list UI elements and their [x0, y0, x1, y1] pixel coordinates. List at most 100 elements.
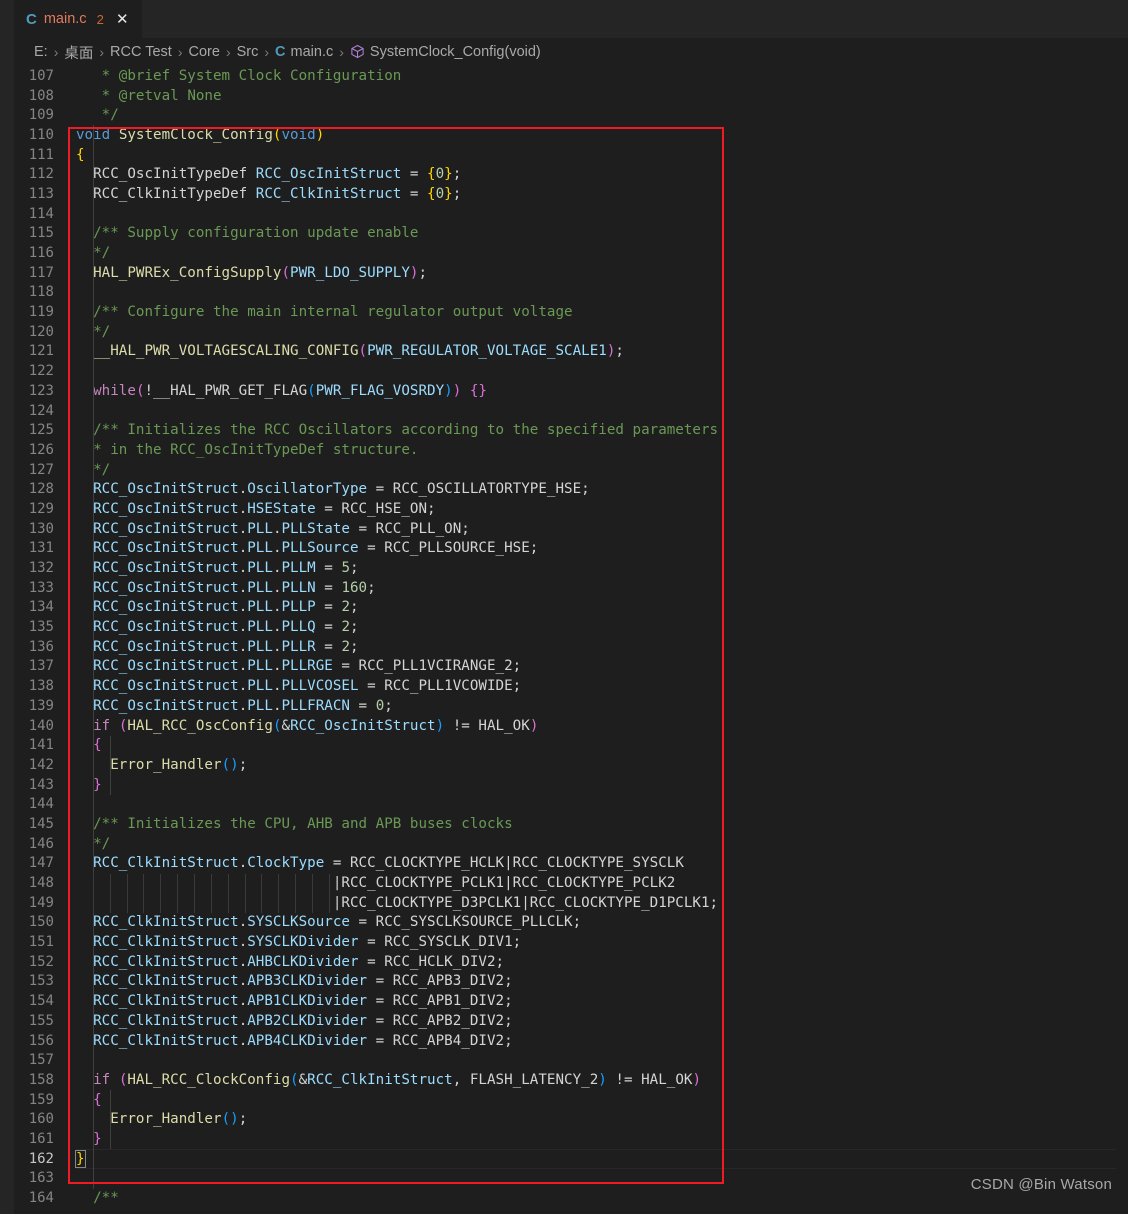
code-line[interactable]: 119 /** Configure the main internal regu…: [14, 302, 1128, 322]
code-line[interactable]: 136 RCC_OscInitStruct.PLL.PLLR = 2;: [14, 637, 1128, 657]
line-number: 141: [28, 737, 54, 754]
breadcrumb-item-5[interactable]: Cmain.c: [275, 44, 333, 60]
code-line[interactable]: 160 Error_Handler();: [14, 1109, 1128, 1129]
code-line[interactable]: 120 */: [14, 322, 1128, 342]
code-line[interactable]: 115 /** Supply configuration update enab…: [14, 224, 1128, 244]
vscode-window: C main.c 2 ✕ E: › 桌面 › RCC Test › Core › Src › Cma…: [0, 0, 1128, 1214]
code-token: ): [230, 756, 239, 773]
code-line[interactable]: 125 /** Initializes the RCC Oscillators …: [14, 420, 1128, 440]
code-token: APB2CLKDivider: [247, 1012, 368, 1029]
code-token: .: [272, 638, 282, 655]
code-line[interactable]: 110 void SystemClock_Config(void): [14, 125, 1128, 145]
close-icon[interactable]: ✕: [114, 12, 131, 27]
code-line[interactable]: 143 }: [14, 775, 1128, 795]
code-line[interactable]: 108 * @retval None: [14, 86, 1128, 106]
code-line[interactable]: 135 RCC_OscInitStruct.PLL.PLLQ = 2;: [14, 617, 1128, 637]
code-token: .: [238, 500, 248, 517]
line-number: 120: [28, 323, 54, 340]
code-line[interactable]: 155 RCC_ClkInitStruct.APB2CLKDivider = R…: [14, 1011, 1128, 1031]
code-line[interactable]: 150 RCC_ClkInitStruct.SYSCLKSource = RCC…: [14, 913, 1128, 933]
code-editor[interactable]: 107 * @brief System Clock Configuration 1…: [14, 66, 1128, 1214]
code-token: |RCC_CLOCKTYPE_D3PCLK1|RCC_CLOCKTYPE_D1P…: [76, 894, 719, 911]
code-line[interactable]: 146 */: [14, 834, 1128, 854]
code-token: RCC_OscInitStruct: [93, 658, 239, 675]
breadcrumb-item-4[interactable]: Src: [237, 44, 259, 60]
code-line[interactable]: 162}: [14, 1148, 1128, 1169]
code-token: SYSCLKSource: [247, 914, 350, 931]
code-line[interactable]: 149 |RCC_CLOCKTYPE_D3PCLK1|RCC_CLOCKTYPE…: [14, 893, 1128, 913]
line-number: 155: [28, 1012, 54, 1029]
code-token: (: [221, 1111, 231, 1128]
code-line[interactable]: 128 RCC_OscInitStruct.OscillatorType = R…: [14, 479, 1128, 499]
code-line[interactable]: 147 RCC_ClkInitStruct.ClockType = RCC_CL…: [14, 854, 1128, 874]
code-line[interactable]: 164 /**: [14, 1188, 1128, 1208]
code-line[interactable]: 117 HAL_PWREx_ConfigSupply(PWR_LDO_SUPPL…: [14, 263, 1128, 283]
code-line[interactable]: 126 * in the RCC_OscInitTypeDef structur…: [14, 440, 1128, 460]
code-line[interactable]: 144: [14, 794, 1128, 814]
code-line[interactable]: 145 /** Initializes the CPU, AHB and APB…: [14, 814, 1128, 834]
code-line[interactable]: 142 Error_Handler();: [14, 755, 1128, 775]
code-line[interactable]: 153 RCC_ClkInitStruct.APB3CLKDivider = R…: [14, 972, 1128, 992]
code-line[interactable]: 116 */: [14, 243, 1128, 263]
code-line[interactable]: 139 RCC_OscInitStruct.PLL.PLLFRACN = 0;: [14, 696, 1128, 716]
code-line[interactable]: 131 RCC_OscInitStruct.PLL.PLLSource = RC…: [14, 539, 1128, 559]
code-token: (: [307, 382, 316, 399]
code-token: PLLSource: [281, 540, 359, 557]
code-line[interactable]: 109 */: [14, 105, 1128, 125]
code-token: = RCC_SYSCLKSOURCE_PLLCLK;: [350, 914, 582, 931]
code-line[interactable]: 163: [14, 1169, 1128, 1189]
code-line[interactable]: 123 while(!__HAL_PWR_GET_FLAG(PWR_FLAG_V…: [14, 381, 1128, 401]
tab-main-c[interactable]: C main.c 2 ✕: [14, 0, 142, 38]
code-line[interactable]: 107 * @brief System Clock Configuration: [14, 66, 1128, 86]
code-line[interactable]: 151 RCC_ClkInitStruct.SYSCLKDivider = RC…: [14, 932, 1128, 952]
code-line[interactable]: 156 RCC_ClkInitStruct.APB4CLKDivider = R…: [14, 1031, 1128, 1051]
code-line[interactable]: 132 RCC_OscInitStruct.PLL.PLLM = 5;: [14, 558, 1128, 578]
code-line[interactable]: 141 {: [14, 735, 1128, 755]
code-line-text: |RCC_CLOCKTYPE_PCLK1|RCC_CLOCKTYPE_PCLK2: [76, 875, 1128, 891]
line-number: 116: [28, 245, 54, 262]
code-line[interactable]: 111 {: [14, 145, 1128, 165]
code-line-text: * @brief System Clock Configuration: [76, 68, 1128, 84]
code-line[interactable]: 137 RCC_OscInitStruct.PLL.PLLRGE = RCC_P…: [14, 657, 1128, 677]
code-line[interactable]: 121 __HAL_PWR_VOLTAGESCALING_CONFIG(PWR_…: [14, 342, 1128, 362]
breadcrumb-separator: ›: [225, 44, 231, 60]
code-line[interactable]: 118: [14, 283, 1128, 303]
breadcrumb-item-6[interactable]: SystemClock_Config(void): [350, 44, 541, 61]
code-line[interactable]: 133 RCC_OscInitStruct.PLL.PLLN = 160;: [14, 578, 1128, 598]
code-line[interactable]: 127 */: [14, 460, 1128, 480]
code-token: RCC_OscInitStruct: [93, 520, 239, 537]
code-line[interactable]: 134 RCC_OscInitStruct.PLL.PLLP = 2;: [14, 598, 1128, 618]
breadcrumb-item-0[interactable]: E:: [34, 44, 48, 60]
code-line[interactable]: 129 RCC_OscInitStruct.HSEState = RCC_HSE…: [14, 499, 1128, 519]
line-number: 131: [28, 540, 54, 557]
breadcrumb-label: Src: [236, 44, 259, 60]
code-line[interactable]: 113 RCC_ClkInitTypeDef RCC_ClkInitStruct…: [14, 184, 1128, 204]
breadcrumb-item-3[interactable]: Core: [189, 44, 220, 60]
code-line[interactable]: 159 {: [14, 1090, 1128, 1110]
code-line[interactable]: 152 RCC_ClkInitStruct.AHBCLKDivider = RC…: [14, 952, 1128, 972]
code-line[interactable]: 122: [14, 361, 1128, 381]
line-number: 138: [28, 678, 54, 695]
code-token: PLLM: [281, 560, 316, 577]
code-line[interactable]: 112 RCC_OscInitTypeDef RCC_OscInitStruct…: [14, 164, 1128, 184]
code-line[interactable]: 148 |RCC_CLOCKTYPE_PCLK1|RCC_CLOCKTYPE_P…: [14, 873, 1128, 893]
breadcrumb-item-2[interactable]: RCC Test: [110, 44, 172, 60]
line-number: 124: [28, 402, 54, 419]
code-line[interactable]: 138 RCC_OscInitStruct.PLL.PLLVCOSEL = RC…: [14, 676, 1128, 696]
code-line[interactable]: 130 RCC_OscInitStruct.PLL.PLLState = RCC…: [14, 519, 1128, 539]
breadcrumb-item-1[interactable]: 桌面: [64, 42, 93, 63]
code-line[interactable]: 161 }: [14, 1129, 1128, 1149]
line-number: 160: [28, 1111, 54, 1128]
code-token: PLL: [247, 579, 273, 596]
code-line[interactable]: 154 RCC_ClkInitStruct.APB1CLKDivider = R…: [14, 991, 1128, 1011]
symbol-function-icon: [350, 44, 365, 61]
code-line[interactable]: 158 if (HAL_RCC_ClockConfig(&RCC_ClkInit…: [14, 1070, 1128, 1090]
code-line[interactable]: 157: [14, 1050, 1128, 1070]
code-line[interactable]: 114: [14, 204, 1128, 224]
code-line[interactable]: 140 if (HAL_RCC_OscConfig(&RCC_OscInitSt…: [14, 716, 1128, 736]
code-token: /** Initializes the CPU, AHB and APB bus…: [76, 815, 513, 832]
code-line[interactable]: 124: [14, 401, 1128, 421]
